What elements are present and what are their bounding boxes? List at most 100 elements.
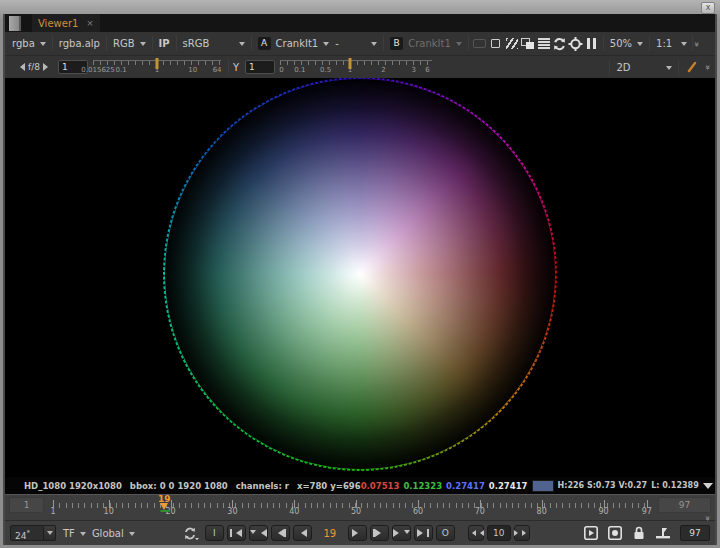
stop-button[interactable]: O	[436, 525, 455, 541]
chevron-down-icon	[239, 42, 245, 49]
slider-tick-label: 0	[279, 66, 283, 74]
frame-step-field[interactable]: 10	[487, 525, 511, 541]
window-titlebar[interactable]: x	[0, 0, 720, 14]
timeline-expand-icon[interactable]: »	[704, 516, 714, 521]
ruler-frame-label: 70	[475, 507, 485, 516]
channels-label: channels: r	[236, 481, 289, 491]
display-style-dropdown[interactable]: RGB	[110, 38, 149, 49]
monitor-output-icon[interactable]	[472, 35, 488, 53]
input-marker-button[interactable]: I	[205, 525, 224, 541]
pane-grip[interactable]	[9, 16, 21, 31]
lock-range-icon[interactable]	[629, 524, 649, 542]
refresh-icon[interactable]	[552, 35, 568, 53]
chevron-down-icon	[129, 532, 135, 539]
zoom-dropdown[interactable]: 50%	[607, 38, 646, 49]
ruler-frame-label: 1	[50, 507, 55, 516]
tab-close-icon[interactable]: ×	[86, 18, 94, 28]
transport-bar: 24* TF Global I	[5, 520, 715, 545]
play-forward-button[interactable]	[348, 525, 367, 541]
pixel-color-swatch	[532, 480, 554, 492]
chevron-down-icon	[637, 42, 643, 49]
gamma-slider[interactable]: 00.10.51236	[280, 58, 432, 76]
tab-title: Viewer1	[38, 18, 78, 29]
cursor-pos-label: x=780 y=696	[297, 481, 361, 491]
input-process-toggle[interactable]: IP	[156, 38, 173, 49]
prev-keyframe-button[interactable]	[249, 525, 268, 541]
gain-slider[interactable]: 0.0156250.111064	[93, 58, 221, 76]
timeline[interactable]: 1 110203040506070809097 19 97 »	[5, 494, 715, 520]
playhead-marker-icon	[160, 503, 168, 514]
current-frame-field[interactable]: 19	[315, 528, 345, 539]
viewer-canvas[interactable]	[5, 78, 715, 477]
timeline-display-dropdown[interactable]: TF	[60, 528, 89, 539]
color-wheel-image	[163, 78, 557, 471]
viewer-panel: Viewer1 × rgba rgba.alp RGB IP sRGB	[3, 14, 717, 545]
viewer-lut-dropdown[interactable]: sRGB	[180, 38, 248, 49]
format-label: HD_1080 1920x1080	[24, 481, 122, 491]
pixel-r-value: 0.07513	[361, 481, 400, 491]
slider-tick-label: 64	[213, 66, 222, 74]
pixel-hsv-value: H:226 S:0.73 V:0.27	[558, 481, 648, 490]
step-back-n-button[interactable]	[468, 525, 484, 541]
record-icon[interactable]	[605, 524, 625, 542]
ruler-frame-label: 80	[537, 507, 547, 516]
timeline-ruler[interactable]: 110203040506070809097 19	[47, 495, 653, 520]
chevron-down-icon	[666, 66, 672, 73]
checkerboard-icon[interactable]	[504, 35, 520, 53]
slider-tick-label: 10	[188, 66, 197, 74]
info-expand-icon[interactable]	[703, 483, 713, 494]
gamma-input[interactable]: 1	[245, 60, 275, 74]
roi-icon[interactable]	[568, 35, 584, 53]
step-forward-button[interactable]	[370, 525, 389, 541]
step-back-button[interactable]	[271, 525, 290, 541]
flipbook-play-icon[interactable]	[581, 524, 601, 542]
gamma-display-icon[interactable]	[488, 35, 504, 53]
range-end-input[interactable]: 97	[658, 497, 711, 513]
pixel-b-value: 0.27417	[446, 481, 485, 491]
scanline-mode-icon[interactable]	[536, 35, 552, 53]
slider-tick-label: 3	[412, 66, 416, 74]
bbox-label: bbox: 0 0 1920 1080	[130, 481, 228, 491]
expand-toolbar-icon[interactable]: »	[692, 41, 702, 46]
window-close-button[interactable]: x	[701, 2, 715, 14]
tab-viewer1[interactable]: Viewer1 ×	[32, 14, 100, 32]
tab-bar: Viewer1 ×	[5, 14, 715, 32]
alpha-channel-dropdown[interactable]: rgba.alp	[56, 38, 103, 49]
slider-tick-label: 0.015625	[81, 66, 114, 74]
play-backward-button[interactable]	[293, 525, 312, 541]
gain-slider-handle[interactable]	[155, 58, 158, 69]
fps-dropdown[interactable]: 24*	[10, 525, 56, 541]
proxy-dropdown[interactable]: 1:1	[653, 38, 690, 49]
step-forward-n-button[interactable]	[514, 525, 530, 541]
expand-toolbar-icon[interactable]: »	[704, 65, 714, 70]
playhead-sync-icon[interactable]	[653, 524, 673, 542]
fstop-label: f/8	[28, 62, 40, 72]
goto-start-button[interactable]	[227, 525, 246, 541]
pixel-a-value: 0.27417	[489, 481, 528, 491]
channels-dropdown[interactable]: rgba	[9, 38, 49, 49]
chevron-down-icon	[47, 531, 53, 538]
input-a-dropdown[interactable]: A CrankIt1	[255, 37, 333, 50]
chevron-down-icon	[456, 42, 462, 49]
goto-end-button[interactable]	[414, 525, 433, 541]
gamma-slider-handle[interactable]	[348, 58, 351, 69]
view-mode-dropdown[interactable]: 2D	[613, 62, 675, 73]
ruler-frame-label: 60	[413, 507, 423, 516]
ruler-frame-label: 90	[598, 507, 608, 516]
next-fstop-icon[interactable]	[43, 63, 52, 71]
annotate-pencil-icon[interactable]	[686, 61, 698, 73]
viewer-info-bar: HD_1080 1920x1080 bbox: 0 0 1920 1080 ch…	[5, 477, 715, 494]
playback-mode-icon[interactable]	[180, 524, 202, 542]
pause-updates-icon[interactable]	[584, 35, 600, 53]
viewer-toolbar-top: rgba rgba.alp RGB IP sRGB A CrankIt1	[5, 32, 715, 56]
next-keyframe-button[interactable]	[392, 525, 411, 541]
frame-range-dropdown[interactable]: Global	[89, 528, 138, 539]
prev-fstop-icon[interactable]	[16, 63, 25, 71]
last-frame-field[interactable]: 97	[680, 525, 710, 541]
wipe-compare-icon[interactable]	[520, 35, 536, 53]
range-start-input[interactable]: 1	[9, 497, 44, 513]
input-b-dropdown[interactable]: B CrankIt1	[387, 37, 465, 50]
ab-blend-dropdown[interactable]: -	[332, 38, 380, 49]
slider-tick-label: 6	[425, 66, 429, 74]
chevron-down-icon	[80, 532, 86, 539]
